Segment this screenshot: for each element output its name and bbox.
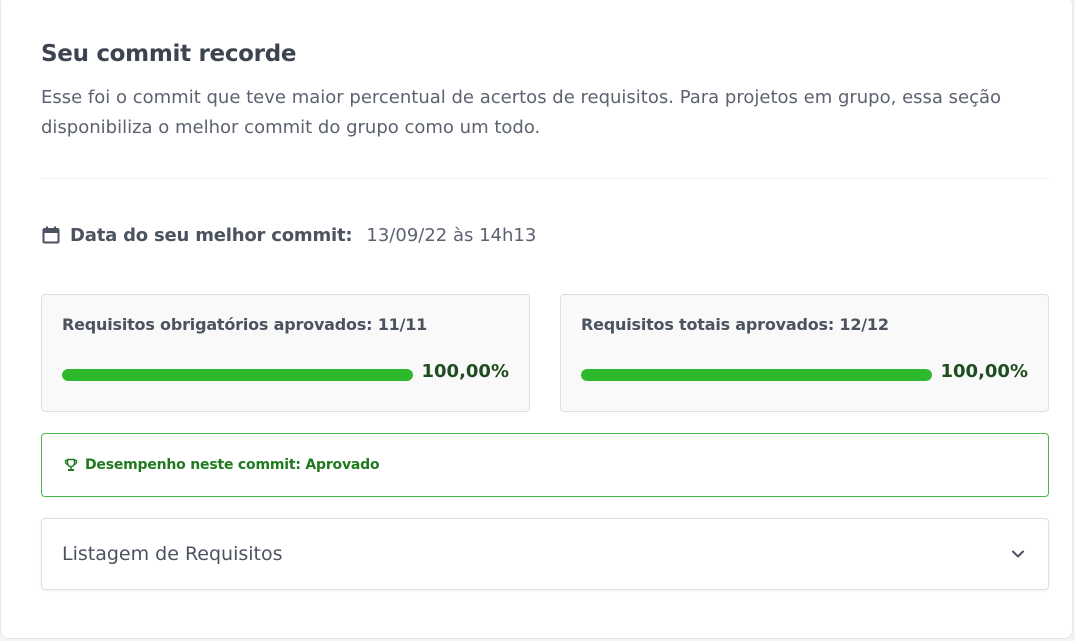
stat-label: Requisitos totais aprovados: 12/12 (581, 315, 889, 334)
stat-percent: 100,00% (421, 361, 510, 382)
required-requirements-stat: Requisitos obrigatórios aprovados: 11/11… (41, 294, 530, 412)
calendar-icon (41, 225, 61, 245)
stat-label: Requisitos obrigatórios aprovados: 11/11 (62, 315, 428, 334)
trophy-icon (64, 458, 78, 472)
stat-percent: 100,00% (940, 361, 1029, 382)
chevron-down-icon (1008, 544, 1028, 564)
divider (41, 178, 1049, 179)
total-requirements-stat: Requisitos totais aprovados: 12/12 100,0… (560, 294, 1049, 412)
best-commit-label: Data do seu melhor commit: (70, 224, 353, 246)
section-title: Seu commit recorde (41, 41, 297, 67)
best-commit-value: 13/09/22 às 14h13 (366, 224, 537, 246)
progress-bar-fill (581, 369, 932, 381)
performance-alert: Desempenho neste commit: Aprovado (41, 433, 1049, 497)
performance-text: Desempenho neste commit: Aprovado (85, 457, 380, 473)
progress-bar (62, 369, 413, 381)
commit-record-card: Seu commit recorde Esse foi o commit que… (0, 0, 1073, 639)
progress-bar (581, 369, 932, 381)
section-description: Esse foi o commit que teve maior percent… (41, 87, 1002, 138)
progress-bar-fill (62, 369, 413, 381)
requirements-list-label: Listagem de Requisitos (62, 543, 283, 565)
best-commit-date-row: Data do seu melhor commit: 13/09/22 às 1… (41, 223, 536, 247)
requirements-list-toggle[interactable]: Listagem de Requisitos (41, 518, 1049, 590)
